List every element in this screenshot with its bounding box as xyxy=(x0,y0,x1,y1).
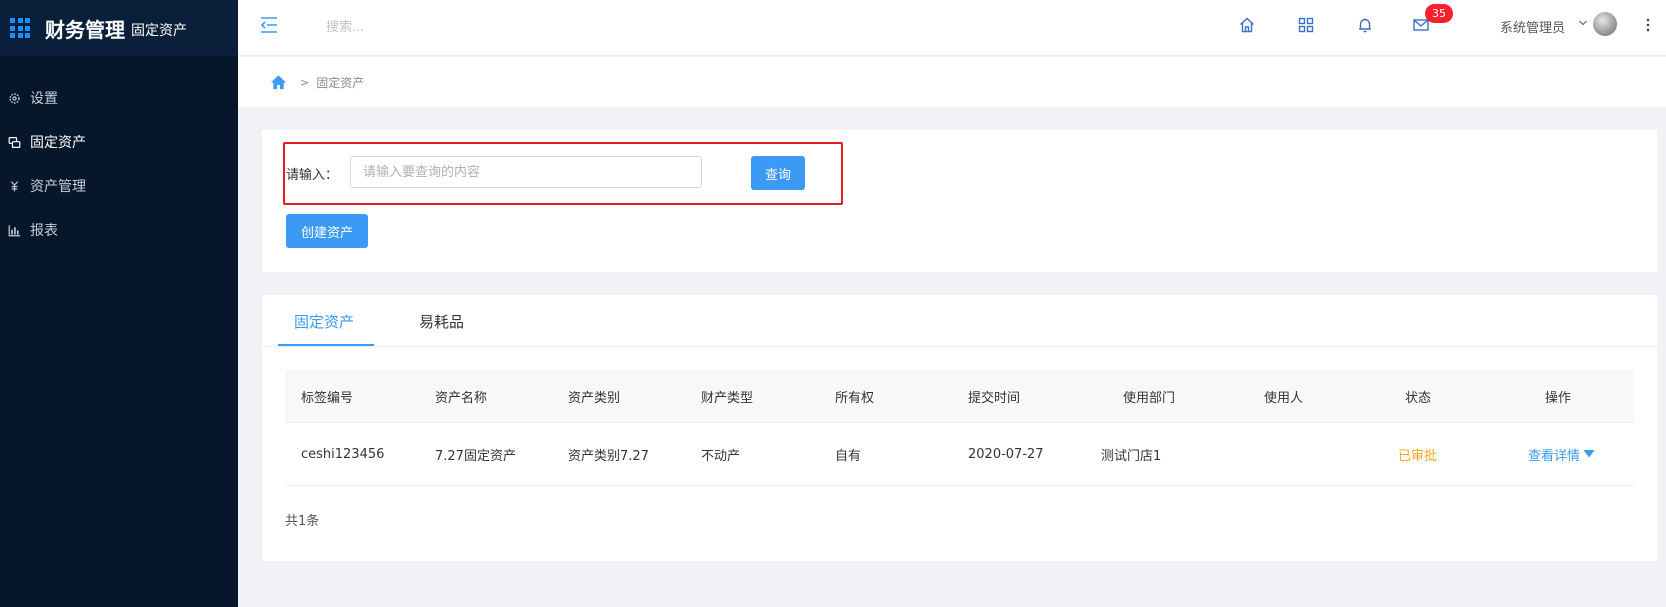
column-header: 操作 xyxy=(1545,390,1572,406)
breadcrumb-separator: > xyxy=(300,75,310,89)
money-icon xyxy=(10,180,19,191)
home-icon[interactable] xyxy=(1238,16,1256,34)
view-detail-label[interactable]: 查看详情 xyxy=(1528,445,1595,464)
column-header: 所有权 xyxy=(835,390,875,406)
cell-department: 测试门店1 xyxy=(1101,448,1162,464)
view-detail-link[interactable]: 查看详情 xyxy=(1528,423,1595,485)
top-header: 35 系统管理员 xyxy=(238,0,1666,56)
home-icon[interactable] xyxy=(270,74,287,91)
query-input[interactable] xyxy=(350,156,702,188)
sidebar-item-label: 固定资产 xyxy=(30,135,86,151)
sidebar-menu: 设置 固定资产 资产管理 报表 xyxy=(0,76,238,252)
column-header: 标签编号 xyxy=(301,390,354,406)
column-header: 使用部门 xyxy=(1123,390,1176,406)
column-header: 状态 xyxy=(1405,390,1432,406)
sidebar-item-asset-management[interactable]: 资产管理 xyxy=(0,164,238,208)
bar-chart-icon xyxy=(8,224,21,236)
search-panel: 请输入： 查询 创建资产 xyxy=(262,130,1657,272)
column-header: 使用人 xyxy=(1264,390,1304,406)
brand-title: 财务管理 xyxy=(45,17,125,42)
more-vertical-icon[interactable] xyxy=(1646,17,1650,33)
apps-icon[interactable] xyxy=(1297,16,1315,34)
table-header: 标签编号 资产名称 资产类别 财产类型 所有权 提交时间 使用部门 使用人 状态… xyxy=(285,370,1634,423)
breadcrumb-current: 固定资产 xyxy=(316,75,365,90)
user-name[interactable]: 系统管理员 xyxy=(1500,17,1565,36)
menu-collapse-icon[interactable] xyxy=(259,15,279,35)
mail-count-badge: 35 xyxy=(1425,4,1453,23)
status-badge: 已审批 xyxy=(1398,448,1438,464)
breadcrumb: > 固定资产 xyxy=(238,57,1666,107)
active-tab-indicator xyxy=(278,344,374,346)
caret-down-icon[interactable] xyxy=(1583,449,1595,459)
column-header: 资产名称 xyxy=(435,390,488,406)
column-header: 资产类别 xyxy=(568,390,621,406)
tab-consumables[interactable]: 易耗品 xyxy=(419,311,464,332)
sidebar-item-label: 报表 xyxy=(30,223,58,239)
query-button[interactable]: 查询 xyxy=(751,156,805,190)
apps-grid-icon[interactable] xyxy=(10,18,30,38)
sidebar: 财务管理 固定资产 设置 固定资产 资产管理 报表 xyxy=(0,0,238,607)
sidebar-item-label: 设置 xyxy=(30,91,58,107)
tab-bar: 固定资产 易耗品 xyxy=(262,295,1657,347)
column-header: 财产类型 xyxy=(701,390,754,406)
sidebar-item-reports[interactable]: 报表 xyxy=(0,208,238,252)
brand-subtitle: 固定资产 xyxy=(131,23,187,39)
cell-submit-time: 2020-07-27 xyxy=(968,446,1044,462)
asset-table: 标签编号 资产名称 资产类别 财产类型 所有权 提交时间 使用部门 使用人 状态… xyxy=(285,370,1634,486)
sidebar-item-settings[interactable]: 设置 xyxy=(0,76,238,120)
create-asset-button[interactable]: 创建资产 xyxy=(286,214,368,248)
table-row: ceshi123456 7.27固定资产 资产类别7.27 不动产 自有 202… xyxy=(285,423,1634,486)
gear-icon xyxy=(9,92,20,104)
column-header: 提交时间 xyxy=(968,390,1021,406)
tab-fixed-assets[interactable]: 固定资产 xyxy=(294,311,354,332)
sidebar-item-label: 资产管理 xyxy=(30,179,86,195)
asset-list-panel: 固定资产 易耗品 标签编号 资产名称 资产类别 财产类型 所有权 提交时间 使用… xyxy=(262,295,1657,561)
cell-property-type: 不动产 xyxy=(701,448,741,464)
cell-asset-name: 7.27固定资产 xyxy=(435,448,516,464)
chevron-down-icon[interactable] xyxy=(1578,18,1588,28)
total-count: 共1条 xyxy=(285,514,320,529)
asset-icon xyxy=(8,136,21,148)
avatar[interactable] xyxy=(1593,12,1617,36)
global-search-input[interactable] xyxy=(326,15,586,39)
cell-ownership: 自有 xyxy=(835,448,862,464)
query-label: 请输入： xyxy=(286,168,339,183)
view-detail-text[interactable]: 查看详情 xyxy=(1528,445,1580,464)
brand: 财务管理 固定资产 xyxy=(0,0,238,56)
sidebar-item-fixed-assets[interactable]: 固定资产 xyxy=(0,120,238,164)
cell-category: 资产类别7.27 xyxy=(568,448,649,464)
bell-icon[interactable] xyxy=(1356,16,1374,34)
cell-tag-no: ceshi123456 xyxy=(301,446,385,462)
